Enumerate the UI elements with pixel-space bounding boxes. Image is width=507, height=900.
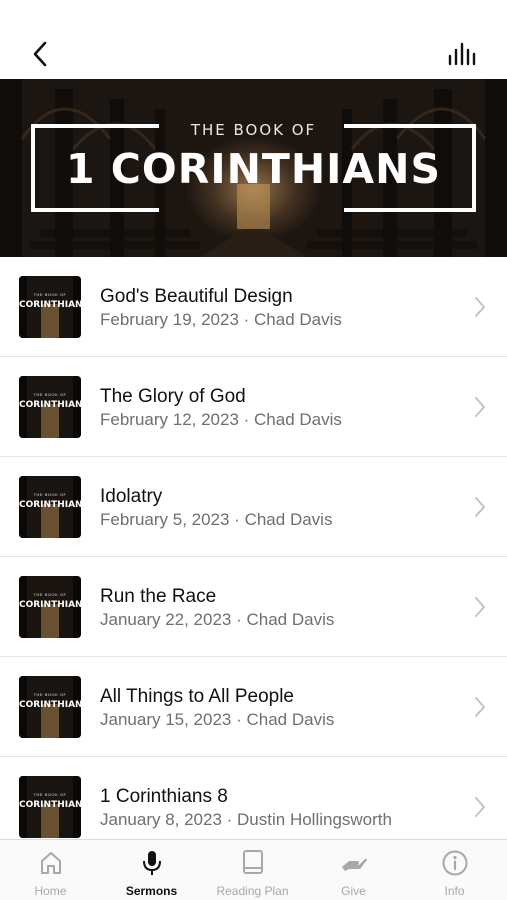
- sermon-row[interactable]: THE BOOK OF CORINTHIANS God's Beautiful …: [0, 257, 507, 357]
- sermon-thumbnail: THE BOOK OF CORINTHIANS: [19, 576, 81, 638]
- sermon-subtitle: February 19, 2023 · Chad Davis: [100, 310, 342, 329]
- thumbnail-title: CORINTHIANS: [19, 600, 81, 610]
- tab-sermons[interactable]: Sermons: [101, 840, 202, 900]
- thumbnail-title: CORINTHIANS: [19, 700, 81, 710]
- tab-label: Reading Plan: [216, 884, 289, 898]
- sermon-title: The Glory of God: [100, 386, 246, 407]
- sermon-thumbnail: THE BOOK OF CORINTHIANS: [19, 276, 81, 338]
- sermon-thumbnail: THE BOOK OF CORINTHIANS: [19, 676, 81, 738]
- info-icon: [442, 850, 467, 876]
- audio-button[interactable]: [445, 38, 479, 70]
- sermon-subtitle: January 22, 2023 · Chad Davis: [100, 610, 335, 629]
- sermon-row[interactable]: THE BOOK OF CORINTHIANS The Glory of God…: [0, 357, 507, 457]
- sermon-subtitle: January 8, 2023 · Dustin Hollingsworth: [100, 810, 392, 829]
- thumbnail-title: CORINTHIANS: [19, 500, 81, 510]
- tab-give[interactable]: Give: [303, 840, 404, 900]
- sermon-thumbnail: THE BOOK OF CORINTHIANS: [19, 376, 81, 438]
- sermon-row[interactable]: THE BOOK OF CORINTHIANS Idolatry Februar…: [0, 457, 507, 557]
- sermon-title: 1 Corinthians 8: [100, 786, 228, 807]
- thumbnail-kicker: THE BOOK OF: [33, 392, 67, 397]
- chevron-right-icon: [475, 697, 485, 717]
- sermon-title: Idolatry: [100, 486, 163, 507]
- sermon-row[interactable]: THE BOOK OF CORINTHIANS Run the Race Jan…: [0, 557, 507, 657]
- sermon-subtitle: February 12, 2023 · Chad Davis: [100, 410, 342, 429]
- chevron-left-icon: [33, 41, 47, 67]
- tab-label: Home: [34, 884, 67, 898]
- sermon-title: All Things to All People: [100, 686, 294, 707]
- thumbnail-kicker: THE BOOK OF: [33, 592, 67, 597]
- chevron-right-icon: [475, 497, 485, 517]
- home-icon: [40, 852, 61, 874]
- book-icon: [242, 850, 263, 874]
- status-bar: [0, 0, 507, 30]
- sermon-title: God's Beautiful Design: [100, 286, 293, 307]
- thumbnail-title: CORINTHIANS: [19, 300, 81, 310]
- sermon-list: THE BOOK OF CORINTHIANS God's Beautiful …: [0, 257, 507, 857]
- sermon-thumbnail: THE BOOK OF CORINTHIANS: [19, 776, 81, 838]
- chevron-right-icon: [475, 597, 485, 617]
- thumbnail-kicker: THE BOOK OF: [33, 792, 67, 797]
- thumbnail-title: CORINTHIANS: [19, 400, 81, 410]
- tab-label: Give: [341, 884, 366, 898]
- tab-info[interactable]: Info: [404, 840, 505, 900]
- microphone-icon: [142, 851, 161, 875]
- chevron-right-icon: [475, 297, 485, 317]
- thumbnail-title: CORINTHIANS: [19, 800, 81, 810]
- sermon-thumbnail: THE BOOK OF CORINTHIANS: [19, 476, 81, 538]
- back-button[interactable]: [24, 36, 56, 72]
- tab-reading-plan[interactable]: Reading Plan: [202, 840, 303, 900]
- tab-label: Info: [444, 884, 465, 898]
- give-hand-icon: [341, 858, 367, 871]
- sermon-subtitle: February 5, 2023 · Chad Davis: [100, 510, 333, 529]
- chevron-right-icon: [475, 797, 485, 817]
- sermon-row[interactable]: THE BOOK OF CORINTHIANS All Things to Al…: [0, 657, 507, 757]
- banner-title: 1 CORINTHIANS: [66, 145, 441, 193]
- top-bar: [0, 30, 507, 78]
- audio-bars-icon: [448, 42, 476, 66]
- tab-bar: Home Sermons Reading Plan Give Info: [0, 839, 507, 900]
- tab-home[interactable]: Home: [0, 840, 101, 900]
- banner-kicker: THE BOOK OF: [190, 121, 317, 139]
- thumbnail-kicker: THE BOOK OF: [33, 692, 67, 697]
- sermon-title: Run the Race: [100, 586, 217, 607]
- chevron-right-icon: [475, 397, 485, 417]
- sermon-subtitle: January 15, 2023 · Chad Davis: [100, 710, 335, 729]
- tab-label: Sermons: [125, 884, 178, 898]
- thumbnail-kicker: THE BOOK OF: [33, 492, 67, 497]
- series-banner: THE BOOK OF 1 CORINTHIANS: [0, 79, 507, 257]
- thumbnail-kicker: THE BOOK OF: [33, 292, 67, 297]
